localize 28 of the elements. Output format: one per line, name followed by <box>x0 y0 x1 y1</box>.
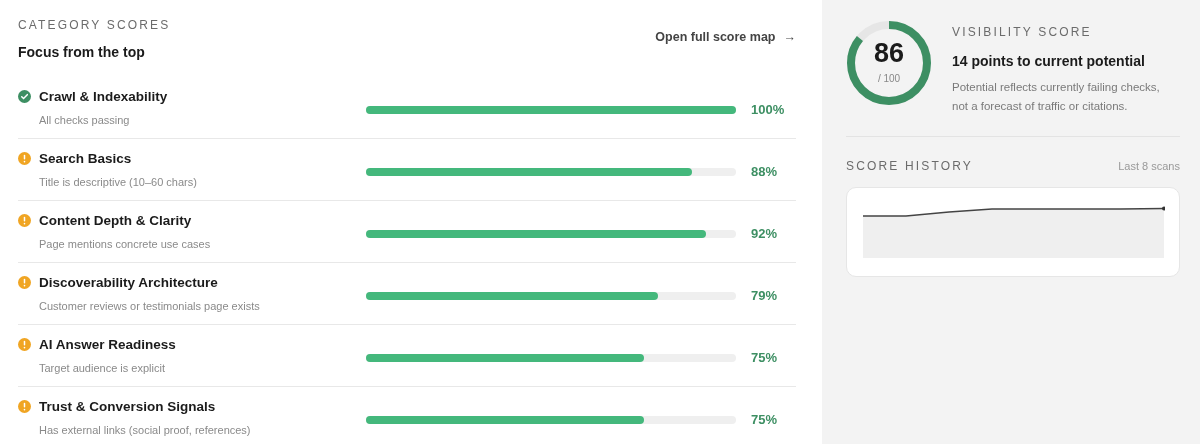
category-percent: 75% <box>751 348 778 367</box>
category-detail: Target audience is explicit <box>39 360 166 376</box>
category-detail: Title is descriptive (10–60 chars) <box>39 174 197 190</box>
category-detail: Has external links (social proof, references) <box>39 423 251 439</box>
category-percent: 88% <box>751 162 778 181</box>
category-name: Discoverability Architecture <box>39 273 219 292</box>
score-headline: 14 points to current potential <box>952 52 1146 71</box>
category-percent: 92% <box>751 224 778 243</box>
category-percent: 75% <box>751 411 778 430</box>
category-detail: All checks passing <box>39 112 131 128</box>
category-name: Content Depth & Clarity <box>39 211 193 230</box>
score-note: Potential reflects currently failing checks, not a forecast of traffic or citations. <box>952 80 1161 114</box>
section-eyebrow: SCORE HISTORY <box>846 158 973 175</box>
score-map-link[interactable]: Open full score map → <box>655 28 796 47</box>
category-name: Trust & Conversion Signals <box>39 398 217 417</box>
category-detail: Page mentions concrete use cases <box>39 236 211 252</box>
category-name: Search Basics <box>39 149 133 168</box>
category-name: AI Answer Readiness <box>39 335 176 354</box>
category-detail: Customer reviews or testimonials page exists <box>39 298 260 314</box>
history-range: Last 8 scans <box>1118 158 1180 174</box>
score-value: 86 <box>873 40 904 67</box>
category-name: Crawl & Indexability <box>39 87 168 106</box>
section-title: Focus from the top <box>18 43 146 62</box>
score-max: / 100 <box>877 72 901 86</box>
category-percent: 100% <box>751 100 785 119</box>
section-eyebrow: CATEGORY SCORES <box>18 17 171 34</box>
section-eyebrow: VISIBILITY SCORE <box>952 24 1093 41</box>
category-percent: 79% <box>751 286 778 305</box>
